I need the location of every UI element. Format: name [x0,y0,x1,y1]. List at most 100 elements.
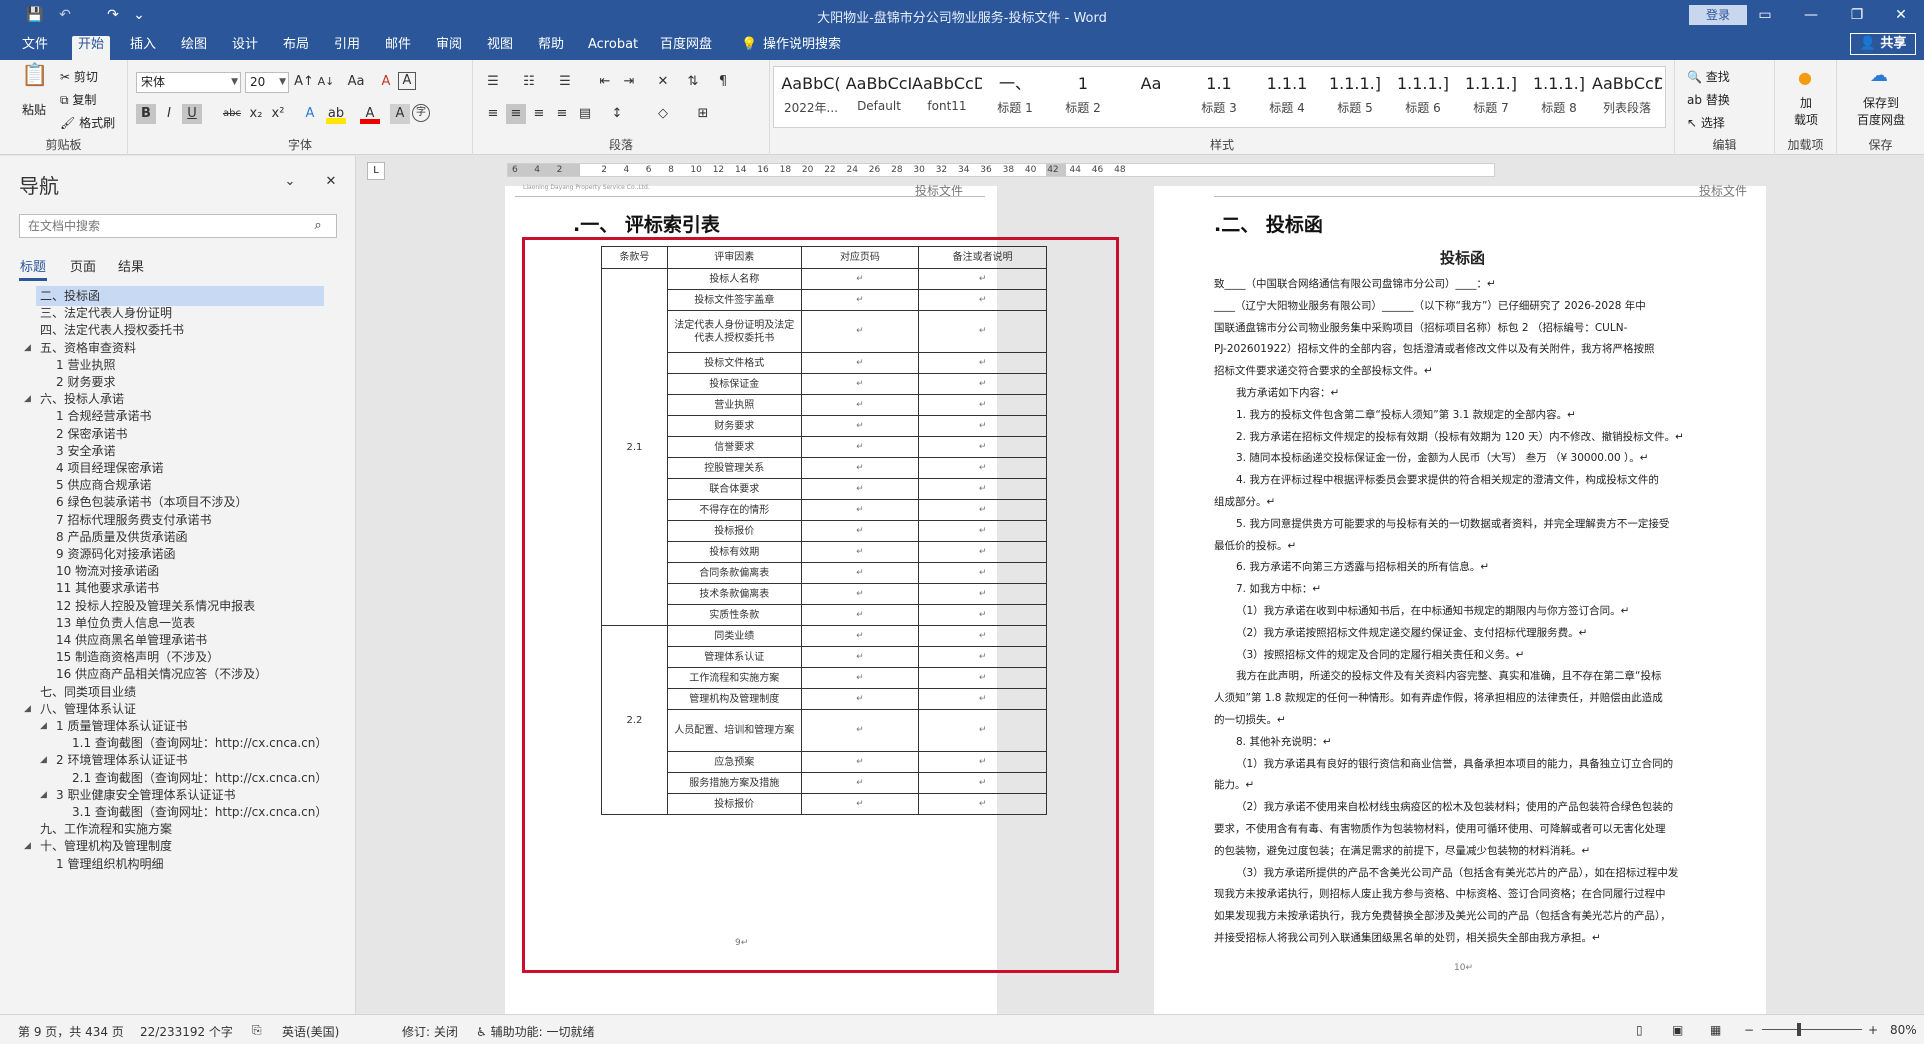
collapse-triangle-icon[interactable]: ◢ [40,790,47,800]
style-item[interactable]: AaBbCcI Default [844,69,914,127]
nav-tab-pages[interactable]: 页面 [70,256,96,275]
style-item[interactable]: 1.1.1 标题 4 [1252,69,1322,127]
tab-selector[interactable]: L [367,162,385,180]
font-color-icon[interactable]: A [360,104,380,124]
decrease-indent-icon[interactable]: ⇤ [595,72,615,92]
minimize-button[interactable]: — [1788,0,1834,30]
collapse-triangle-icon[interactable]: ◢ [24,394,31,404]
gallery-more-icon[interactable]: ▾ [1647,72,1667,92]
nav-search-input[interactable]: 在文档中搜索 [19,214,337,238]
tell-me-search[interactable]: 操作说明搜索 [757,36,847,60]
customize-qat-icon[interactable]: ⌄ [128,5,150,25]
chinese-layout-icon[interactable]: ✕ [653,72,673,92]
text-effects-icon[interactable]: A [300,104,320,124]
bullets-icon[interactable]: ☰ [483,72,503,92]
superscript-button[interactable]: x² [268,104,288,124]
paste-icon[interactable]: 📋 [20,65,50,96]
font-size-combo[interactable]: 20 ▼ [245,72,289,93]
clear-format-icon[interactable]: A [376,72,396,92]
style-item[interactable]: 1 标题 2 [1048,69,1118,127]
change-case-icon[interactable]: Aa [342,72,370,92]
collapse-triangle-icon[interactable]: ◢ [40,755,47,765]
save-baidu-button[interactable]: 保存到 百度网盘 [1841,94,1921,128]
print-layout-icon[interactable]: ▣ [1672,1023,1683,1037]
align-center-icon[interactable]: ≡ [506,104,526,124]
collapse-triangle-icon[interactable]: ◢ [40,721,47,731]
tab-home[interactable]: 开始 [72,36,111,60]
search-icon[interactable]: ⌕ [308,216,328,236]
undo-icon[interactable]: ↶ [54,5,76,25]
word-count[interactable]: 22/233192 个字 [140,1023,233,1040]
accessibility-status[interactable]: ♿ 辅助功能: 一切就绪 [476,1023,594,1040]
tab-mailings[interactable]: 邮件 [379,36,417,60]
tab-layout[interactable]: 布局 [277,36,315,60]
tab-insert[interactable]: 插入 [124,36,162,60]
bold-button[interactable]: B [136,104,156,124]
style-item[interactable]: AaBbCcDdI font11 [912,69,982,127]
line-spacing-icon[interactable]: ↕ [607,104,627,124]
share-button[interactable]: 👤 共享 [1850,33,1916,55]
format-painter-button[interactable]: 🖌 格式刷 [60,114,115,131]
style-item[interactable]: 1.1.1.] 标题 7 [1456,69,1526,127]
increase-indent-icon[interactable]: ⇥ [619,72,639,92]
zoom-in-button[interactable]: + [1868,1023,1878,1037]
cut-button[interactable]: ✂ 剪切 [60,68,98,85]
style-item[interactable]: 一、 标题 1 [980,69,1050,127]
borders-icon[interactable]: ⊞ [693,104,713,124]
tab-file[interactable]: 文件 [16,36,54,60]
language[interactable]: 英语(美国) [282,1023,339,1040]
nav-tab-headings[interactable]: 标题 [20,256,46,275]
tab-help[interactable]: 帮助 [532,36,570,60]
login-button[interactable]: 登录 [1689,5,1747,25]
underline-button[interactable]: U [182,104,202,124]
tab-baidu[interactable]: 百度网盘 [654,36,718,60]
tab-design[interactable]: 设计 [226,36,264,60]
grow-font-icon[interactable]: A↑ [294,72,314,92]
highlight-icon[interactable]: ab [326,104,346,124]
web-layout-icon[interactable]: ▦ [1710,1023,1721,1037]
zoom-slider[interactable] [1762,1029,1862,1030]
shading-icon[interactable]: ◇ [653,104,673,124]
copy-button[interactable]: ⧉ 复制 [60,91,96,108]
justify-icon[interactable]: ≡ [552,104,572,124]
addin-button[interactable]: 加 载项 [1791,94,1821,128]
shrink-font-icon[interactable]: A↓ [316,72,336,92]
style-item[interactable]: 1.1.1.] 标题 8 [1524,69,1594,127]
strikethrough-button[interactable]: abc [220,104,244,124]
read-mode-icon[interactable]: ▯ [1636,1023,1643,1037]
save-icon[interactable]: 💾 [24,5,46,25]
close-icon[interactable]: ✕ [321,172,341,192]
align-right-icon[interactable]: ≡ [529,104,549,124]
collapse-triangle-icon[interactable]: ◢ [24,841,31,851]
chevron-down-icon[interactable]: ⌄ [280,172,300,192]
redo-icon[interactable]: ↷ [102,5,124,25]
proofing-icon[interactable]: ⎘ [252,1023,262,1038]
style-item[interactable]: Aa [1116,69,1186,127]
style-item[interactable]: AaBbC(2022年... [776,69,846,127]
align-left-icon[interactable]: ≡ [483,104,503,124]
zoom-slider-thumb[interactable] [1797,1023,1801,1036]
numbering-icon[interactable]: ☷ [519,72,539,92]
distributed-icon[interactable]: ▤ [575,104,595,124]
select-button[interactable]: ↖ 选择 [1687,114,1725,131]
nav-heading-item[interactable]: 1 管理组织机构明细 [56,854,163,874]
char-shading-icon[interactable]: A [390,104,410,124]
tab-acrobat[interactable]: Acrobat [582,36,644,60]
style-item[interactable]: 1.1.1.] 标题 5 [1320,69,1390,127]
show-marks-icon[interactable]: ¶ [713,72,733,92]
zoom-level[interactable]: 80% [1890,1023,1917,1037]
track-changes-status[interactable]: 修订: 关闭 [402,1023,458,1040]
replace-button[interactable]: ab 替换 [1687,91,1730,108]
tab-draw[interactable]: 绘图 [175,36,213,60]
horizontal-ruler[interactable]: 6 4 2 2 4 6 8 10 12 14 16 18 20 22 24 26 28 30 32 34 36 38 40 4… [507,163,1495,177]
subscript-button[interactable]: x₂ [246,104,266,124]
text-box-icon[interactable]: A [398,72,416,90]
collapse-triangle-icon[interactable]: ◢ [24,704,31,714]
tab-view[interactable]: 视图 [481,36,519,60]
nav-tab-results[interactable]: 结果 [118,256,144,275]
close-button[interactable]: ✕ [1878,0,1924,30]
find-button[interactable]: 🔍 查找 [1687,68,1730,85]
multilevel-list-icon[interactable]: ☰ [555,72,575,92]
tab-review[interactable]: 审阅 [430,36,468,60]
maximize-button[interactable]: ❐ [1834,0,1880,30]
